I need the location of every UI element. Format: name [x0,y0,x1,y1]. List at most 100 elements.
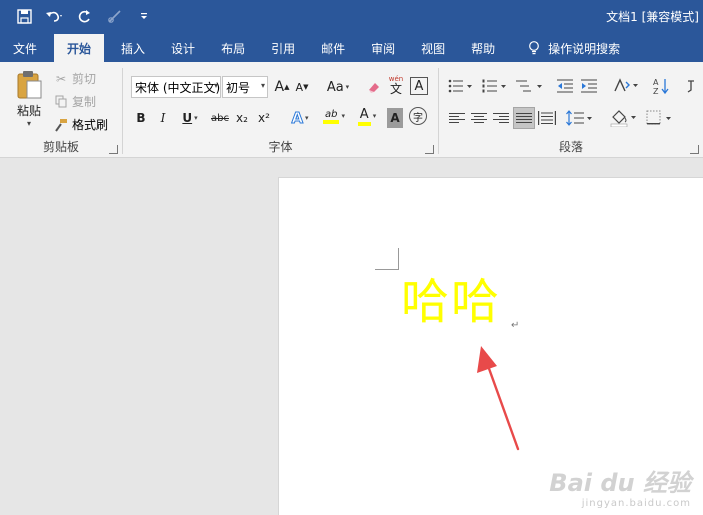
superscript-button[interactable]: x² [255,108,273,128]
tab-layout[interactable]: 布局 [208,34,258,62]
tab-design[interactable]: 设计 [158,34,208,62]
distributed-icon [538,111,556,125]
clipboard-launcher-icon[interactable] [109,145,118,154]
strikethrough-button[interactable]: abc [209,108,231,128]
align-left-button[interactable] [447,108,467,128]
highlighter-icon: ab [323,109,340,124]
tab-references[interactable]: 引用 [258,34,308,62]
subscript-button[interactable]: x₂ [233,108,251,128]
tab-file[interactable]: 文件 [0,34,50,62]
font-group: 宋体 (中文正文) ▾ 初号 ▾ A ▲ A ▼ Aa ▾ wén 文 A B I U… [123,62,438,158]
paintbrush-icon [54,118,68,132]
tab-help[interactable]: 帮助 [458,34,508,62]
phonetic-guide-button[interactable]: wén 文 [387,75,405,95]
brush-icon[interactable] [104,6,124,26]
chevron-down-icon: ▾ [260,81,265,90]
copy-icon [54,95,68,109]
line-spacing-button[interactable] [565,108,595,128]
underline-icon: U [182,111,193,125]
watermark-logo: Bai du 经验 [549,469,691,497]
ribbon-home: 粘贴 ▾ ✂ 剪切 复制 格式刷 剪贴板 宋体 (中文正文) ▾ 初号 ▾ A … [0,62,703,158]
character-border-button[interactable]: A [410,77,428,95]
font-color-icon: A [357,107,371,126]
tell-me-search[interactable]: 操作说明搜索 [508,34,633,62]
quick-access-toolbar [14,6,154,26]
scissors-icon: ✂ [55,71,67,86]
font-size-combo[interactable]: 初号 ▾ [222,76,268,98]
copy-label: 复制 [72,95,97,109]
enclose-characters-button[interactable]: 字 [409,107,427,125]
clipboard-group-label: 剪贴板 [42,140,79,154]
chinese-layout-button[interactable] [611,76,641,96]
svg-text:A: A [653,78,659,87]
text-effects-button[interactable]: A ▾ [285,108,315,128]
text-effects-icon: A [291,109,304,128]
italic-button[interactable]: I [155,108,171,128]
paste-label: 粘贴 [16,104,41,118]
font-color-button[interactable]: A ▾ [352,106,382,126]
increase-indent-icon [581,79,597,93]
tab-home[interactable]: 开始 [54,34,105,62]
paragraph-mark-icon [687,80,694,93]
tab-mailings[interactable]: 邮件 [308,34,358,62]
clipboard-group: 粘贴 ▾ ✂ 剪切 复制 格式刷 剪贴板 [0,62,122,158]
underline-button[interactable]: U ▾ [177,108,203,128]
decrease-indent-button[interactable] [555,76,575,96]
bullets-button[interactable] [447,76,475,96]
paragraph-launcher-icon[interactable] [690,145,699,154]
undo-icon[interactable] [44,6,64,26]
borders-button[interactable] [645,108,675,128]
chinese-layout-icon [614,78,638,92]
sort-button[interactable]: AZ [651,76,671,96]
character-shading-button[interactable]: A [387,108,403,128]
clipboard-icon [15,70,43,100]
font-size-value: 初号 [226,81,251,95]
numbering-button[interactable] [481,76,509,96]
cut-button[interactable]: ✂ 剪切 [54,70,96,87]
distributed-button[interactable] [537,108,557,128]
grow-font-button[interactable]: A ▲ [273,77,291,97]
watermark: Bai du 经验 jingyan.baidu.com [549,463,691,509]
sort-icon: AZ [653,78,669,95]
change-case-icon: Aa [326,79,344,95]
save-icon[interactable] [14,6,34,26]
format-painter-button[interactable]: 格式刷 [54,116,108,133]
align-center-button[interactable] [469,108,489,128]
ribbon-tabs: 文件 开始 插入 设计 布局 引用 邮件 审阅 视图 帮助 操作说明搜索 [0,34,703,62]
justify-icon [516,113,532,123]
show-marks-button[interactable] [683,76,703,96]
copy-button[interactable]: 复制 [54,93,96,110]
shading-button[interactable] [609,108,639,128]
multilevel-list-button[interactable] [515,76,545,96]
lightbulb-icon [528,41,540,55]
shrink-font-button[interactable]: A ▼ [293,77,311,97]
tab-insert[interactable]: 插入 [108,34,158,62]
bold-button[interactable]: B [133,108,149,128]
justify-button[interactable] [513,107,535,129]
phonetic-bottom: 文 [389,81,402,96]
font-launcher-icon[interactable] [425,145,434,154]
tab-view[interactable]: 视图 [408,34,458,62]
align-right-button[interactable] [491,108,511,128]
paragraph-group-label: 段落 [558,140,583,154]
font-group-label: 字体 [268,140,293,154]
decrease-indent-icon [557,79,573,93]
change-case-button[interactable]: Aa ▾ [323,77,353,97]
highlight-button[interactable]: ab ▾ [318,106,350,126]
increase-indent-button[interactable] [579,76,599,96]
font-name-combo[interactable]: 宋体 (中文正文) ▾ [131,76,221,98]
borders-icon [646,110,671,125]
paste-button[interactable]: 粘贴 ▾ [12,70,46,128]
line-spacing-icon [566,110,592,126]
align-right-icon [493,113,509,123]
chevron-down-icon[interactable] [134,6,154,26]
bullets-icon [448,79,472,93]
clear-formatting-button[interactable] [365,77,383,97]
title-bar: 文档1 [兼容模式] [0,0,703,34]
chevron-down-icon: ▾ [26,119,31,128]
tab-review[interactable]: 审阅 [358,34,408,62]
numbering-icon [482,79,506,93]
redo-icon[interactable] [74,6,94,26]
document-area[interactable]: 哈哈 ↵ Bai du 经验 jingyan.baidu.com [0,159,703,515]
annotation-arrow [477,346,520,451]
